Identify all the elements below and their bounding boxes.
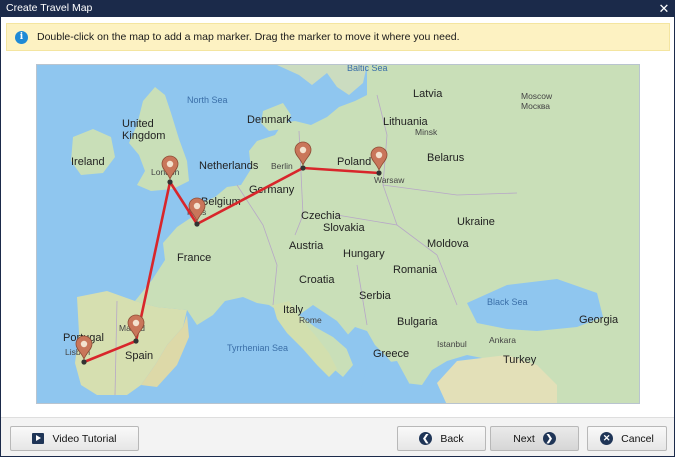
travel-map[interactable]: Latvia Lithuania Denmark United Kingdom … [36, 64, 640, 404]
label-belarus: Belarus [427, 152, 465, 164]
info-message: Double-click on the map to add a map mar… [37, 31, 460, 43]
map-pin-center [375, 151, 383, 159]
city-berlin: Berlin [271, 161, 293, 171]
label-kingdom: Kingdom [122, 130, 165, 142]
back-button[interactable]: ❮ Back [397, 426, 486, 451]
cancel-button[interactable]: ✕ Cancel [587, 426, 667, 451]
label-north-sea: North Sea [187, 95, 228, 105]
label-moldova: Moldova [427, 238, 469, 250]
map-pin-center [299, 146, 307, 154]
label-romania: Romania [393, 264, 438, 276]
label-france: France [177, 252, 211, 264]
city-rome: Rome [299, 315, 322, 325]
label-poland: Poland [337, 156, 371, 168]
label-slovakia: Slovakia [323, 222, 365, 234]
footer-bar: Video Tutorial ❮ Back Next ❯ ✕ Cancel [1, 418, 674, 456]
cancel-icon: ✕ [600, 432, 614, 445]
marker-anchor-dot [167, 179, 173, 185]
label-tyrrhenian-sea: Tyrrhenian Sea [227, 343, 288, 353]
dialog-window: i Double-click on the map to add a map m… [0, 17, 675, 457]
video-tutorial-button[interactable]: Video Tutorial [10, 426, 139, 451]
label-austria: Austria [289, 240, 324, 252]
map-pin-center [166, 160, 174, 168]
info-icon: i [15, 31, 28, 44]
city-istanbul: Istanbul [437, 339, 467, 349]
city-minsk: Minsk [415, 127, 438, 137]
label-baltic-sea: Baltic Sea [347, 65, 388, 73]
title-bar: Create Travel Map ✕ [0, 0, 675, 17]
cancel-label: Cancel [621, 432, 654, 445]
label-black-sea: Black Sea [487, 297, 528, 307]
info-bar: i Double-click on the map to add a map m… [6, 23, 670, 51]
next-label: Next [513, 432, 535, 445]
map-canvas[interactable]: Latvia Lithuania Denmark United Kingdom … [37, 65, 640, 404]
label-hungary: Hungary [343, 248, 385, 260]
next-icon: ❯ [542, 432, 556, 445]
label-belgium: Belgium [201, 196, 241, 208]
marker-anchor-dot [133, 338, 139, 344]
label-latvia: Latvia [413, 88, 443, 100]
video-tutorial-label: Video Tutorial [52, 432, 117, 445]
video-icon [32, 433, 45, 444]
map-pin-center [193, 202, 201, 210]
back-label: Back [440, 432, 464, 445]
marker-anchor-dot [81, 359, 87, 365]
label-spain: Spain [125, 350, 153, 362]
window-title: Create Travel Map [6, 2, 93, 14]
marker-anchor-dot [300, 165, 306, 171]
next-button[interactable]: Next ❯ [490, 426, 579, 451]
label-ireland: Ireland [71, 156, 105, 168]
city-moscow: Moscow [521, 91, 553, 101]
label-turkey: Turkey [503, 354, 537, 366]
label-georgia: Georgia [579, 314, 619, 326]
marker-anchor-dot [376, 170, 382, 176]
label-denmark: Denmark [247, 114, 292, 126]
close-icon[interactable]: ✕ [653, 0, 675, 17]
city-moscow-ru: Москва [521, 101, 550, 111]
marker-anchor-dot [194, 221, 200, 227]
back-icon: ❮ [419, 432, 433, 445]
map-pin-center [80, 340, 88, 348]
label-bulgaria: Bulgaria [397, 316, 438, 328]
label-united: United [122, 118, 154, 130]
label-netherlands: Netherlands [199, 160, 259, 172]
map-pin-center [132, 319, 140, 327]
label-greece: Greece [373, 348, 409, 360]
label-ukraine: Ukraine [457, 216, 495, 228]
label-serbia: Serbia [359, 290, 392, 302]
label-croatia: Croatia [299, 274, 335, 286]
label-czechia: Czechia [301, 210, 342, 222]
city-warsaw: Warsaw [374, 175, 405, 185]
city-ankara: Ankara [489, 335, 516, 345]
